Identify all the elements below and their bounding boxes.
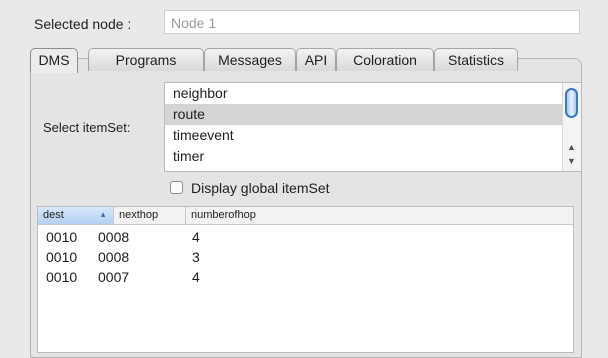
selected-node-label: Selected node : bbox=[34, 16, 132, 32]
table-header: dest ▲ nexthop numberofhop bbox=[38, 207, 573, 225]
column-header-numberofhop[interactable]: numberofhop bbox=[186, 207, 572, 224]
table-cell: 0008 bbox=[98, 249, 130, 265]
table-cell: 0008 bbox=[98, 229, 130, 245]
list-item[interactable]: neighbor bbox=[165, 83, 581, 104]
table-cell: 0007 bbox=[98, 269, 130, 285]
table-cell: 0010 bbox=[46, 249, 78, 265]
table-cell: 4 bbox=[192, 229, 200, 245]
list-item[interactable]: route bbox=[165, 104, 581, 125]
table-cell: 4 bbox=[192, 269, 200, 285]
table-cell: 0010 bbox=[46, 229, 78, 245]
scrollbar-thumb[interactable] bbox=[565, 88, 578, 118]
selected-node-field[interactable]: Node 1 bbox=[164, 10, 580, 34]
selected-node-row: Selected node : Node 1 bbox=[30, 10, 583, 38]
listbox-scrollbar[interactable]: ▲ ▼ bbox=[562, 83, 581, 171]
itemset-listbox[interactable]: neighbor route timeevent timer ▲ ▼ bbox=[164, 82, 582, 172]
tab-programs[interactable]: Programs bbox=[88, 48, 204, 71]
tab-messages[interactable]: Messages bbox=[204, 48, 296, 71]
sort-ascending-icon: ▲ bbox=[99, 210, 107, 219]
select-itemset-label: Select itemSet: bbox=[43, 120, 131, 135]
tab-api[interactable]: API bbox=[296, 48, 336, 71]
table-cell: 0010 bbox=[46, 269, 78, 285]
display-global-checkbox[interactable] bbox=[170, 181, 183, 194]
display-global-label[interactable]: Display global itemSet bbox=[191, 180, 330, 196]
table-cell: 3 bbox=[192, 249, 200, 265]
list-item[interactable]: timer bbox=[165, 146, 581, 167]
chevron-down-icon[interactable]: ▼ bbox=[567, 157, 576, 166]
column-header-label: dest bbox=[43, 209, 64, 221]
tab-statistics[interactable]: Statistics bbox=[434, 48, 518, 71]
column-header-dest[interactable]: dest ▲ bbox=[38, 207, 114, 224]
tab-dms[interactable]: DMS bbox=[30, 48, 78, 73]
column-header-nexthop[interactable]: nexthop bbox=[114, 207, 186, 224]
tab-coloration[interactable]: Coloration bbox=[336, 48, 434, 71]
itemset-table: dest ▲ nexthop numberofhop 0010 0008 4 0… bbox=[37, 206, 574, 353]
chevron-up-icon[interactable]: ▲ bbox=[567, 143, 576, 152]
list-item[interactable]: timeevent bbox=[165, 125, 581, 146]
